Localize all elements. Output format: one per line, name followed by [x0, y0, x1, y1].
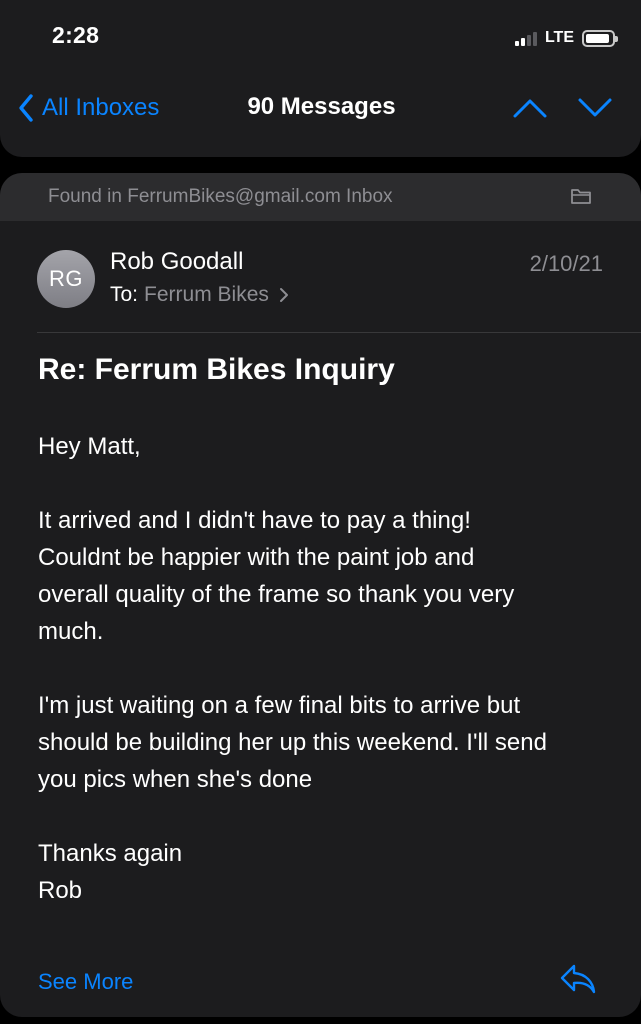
- folder-icon[interactable]: [570, 187, 592, 205]
- chevron-right-icon: [279, 288, 288, 302]
- status-time: 2:28: [52, 22, 100, 48]
- body-paragraph: It arrived and I didn't have to pay a th…: [38, 507, 515, 645]
- to-label: To:: [110, 283, 139, 306]
- top-header: 2:28 LTE All Inboxes 90 Messages: [0, 0, 641, 157]
- email-body: Hey Matt, It arrived and I didn't have t…: [38, 428, 628, 946]
- header-divider: [37, 332, 641, 333]
- email-card: Found in FerrumBikes@gmail.com Inbox RG …: [0, 173, 641, 1017]
- mailbox-location-text: Found in FerrumBikes@gmail.com Inbox: [48, 186, 393, 207]
- page-title: 90 Messages: [247, 93, 396, 120]
- body-greeting: Hey Matt,: [38, 433, 141, 460]
- recipients-line[interactable]: To: Ferrum Bikes: [110, 283, 289, 307]
- reply-icon[interactable]: [559, 963, 597, 995]
- body-signoff: Thanks again Rob: [38, 840, 183, 904]
- status-indicators: LTE: [513, 26, 618, 50]
- mailbox-banner: Found in FerrumBikes@gmail.com Inbox: [0, 173, 641, 221]
- avatar: RG: [37, 250, 95, 308]
- email-subject: Re: Ferrum Bikes Inquiry: [38, 353, 395, 386]
- battery-icon: [582, 29, 618, 47]
- see-more-link[interactable]: See More: [38, 969, 133, 995]
- body-paragraph: I'm just waiting on a few final bits to …: [38, 692, 547, 793]
- sender-name[interactable]: Rob Goodall: [110, 248, 243, 276]
- recipient-name: Ferrum Bikes: [144, 283, 269, 306]
- chevron-down-icon[interactable]: [577, 94, 613, 122]
- chevron-up-icon[interactable]: [512, 94, 548, 122]
- network-type-label: LTE: [544, 29, 574, 46]
- email-date: 2/10/21: [529, 251, 603, 276]
- cellular-signal-icon: [513, 30, 537, 46]
